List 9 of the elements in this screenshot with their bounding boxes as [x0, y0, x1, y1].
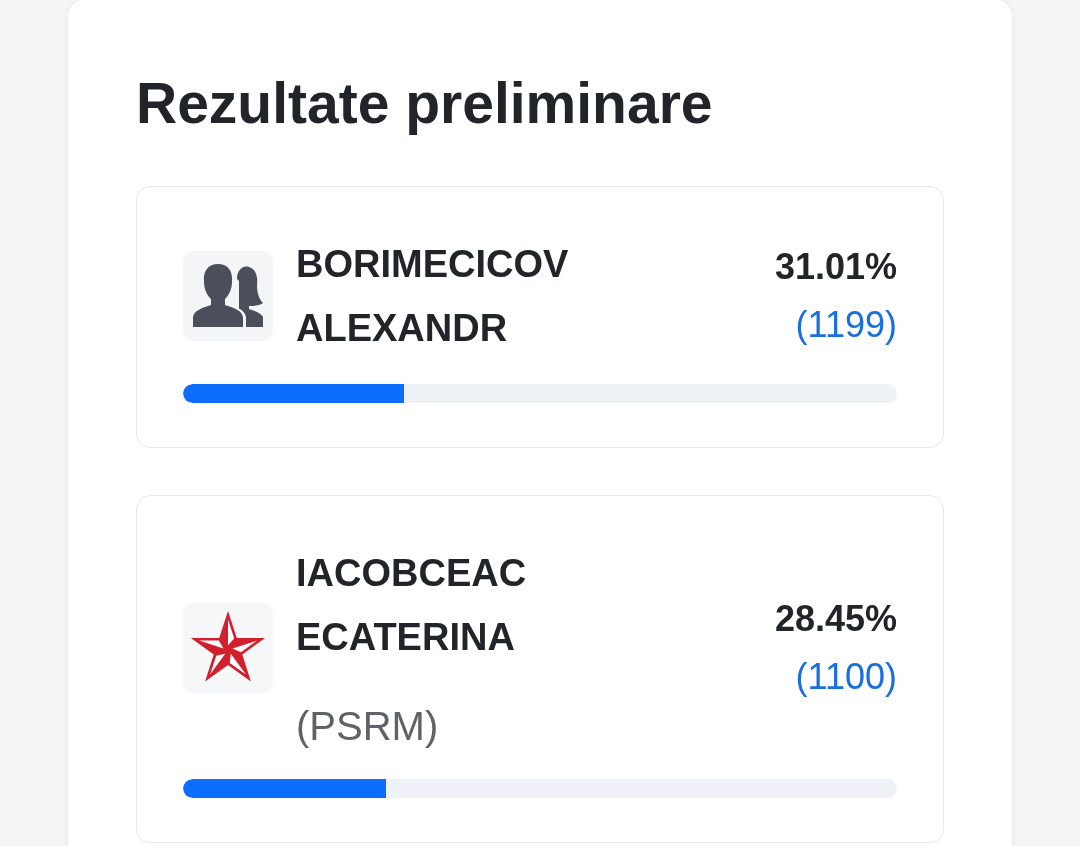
vote-percentage: 28.45%: [774, 597, 897, 641]
two-people-icon: [183, 251, 273, 341]
section-title: Rezultate preliminare: [136, 71, 714, 136]
vote-count: (1100): [794, 655, 897, 699]
candidate-name: BORIMECICOV ALEXANDR: [296, 242, 570, 351]
vote-percentage: 31.01%: [774, 245, 897, 289]
party-name: (PSRM): [296, 703, 440, 750]
candidate-name: IACOBCEAC ECATERINA: [296, 551, 528, 660]
vote-count: (1199): [794, 303, 897, 347]
